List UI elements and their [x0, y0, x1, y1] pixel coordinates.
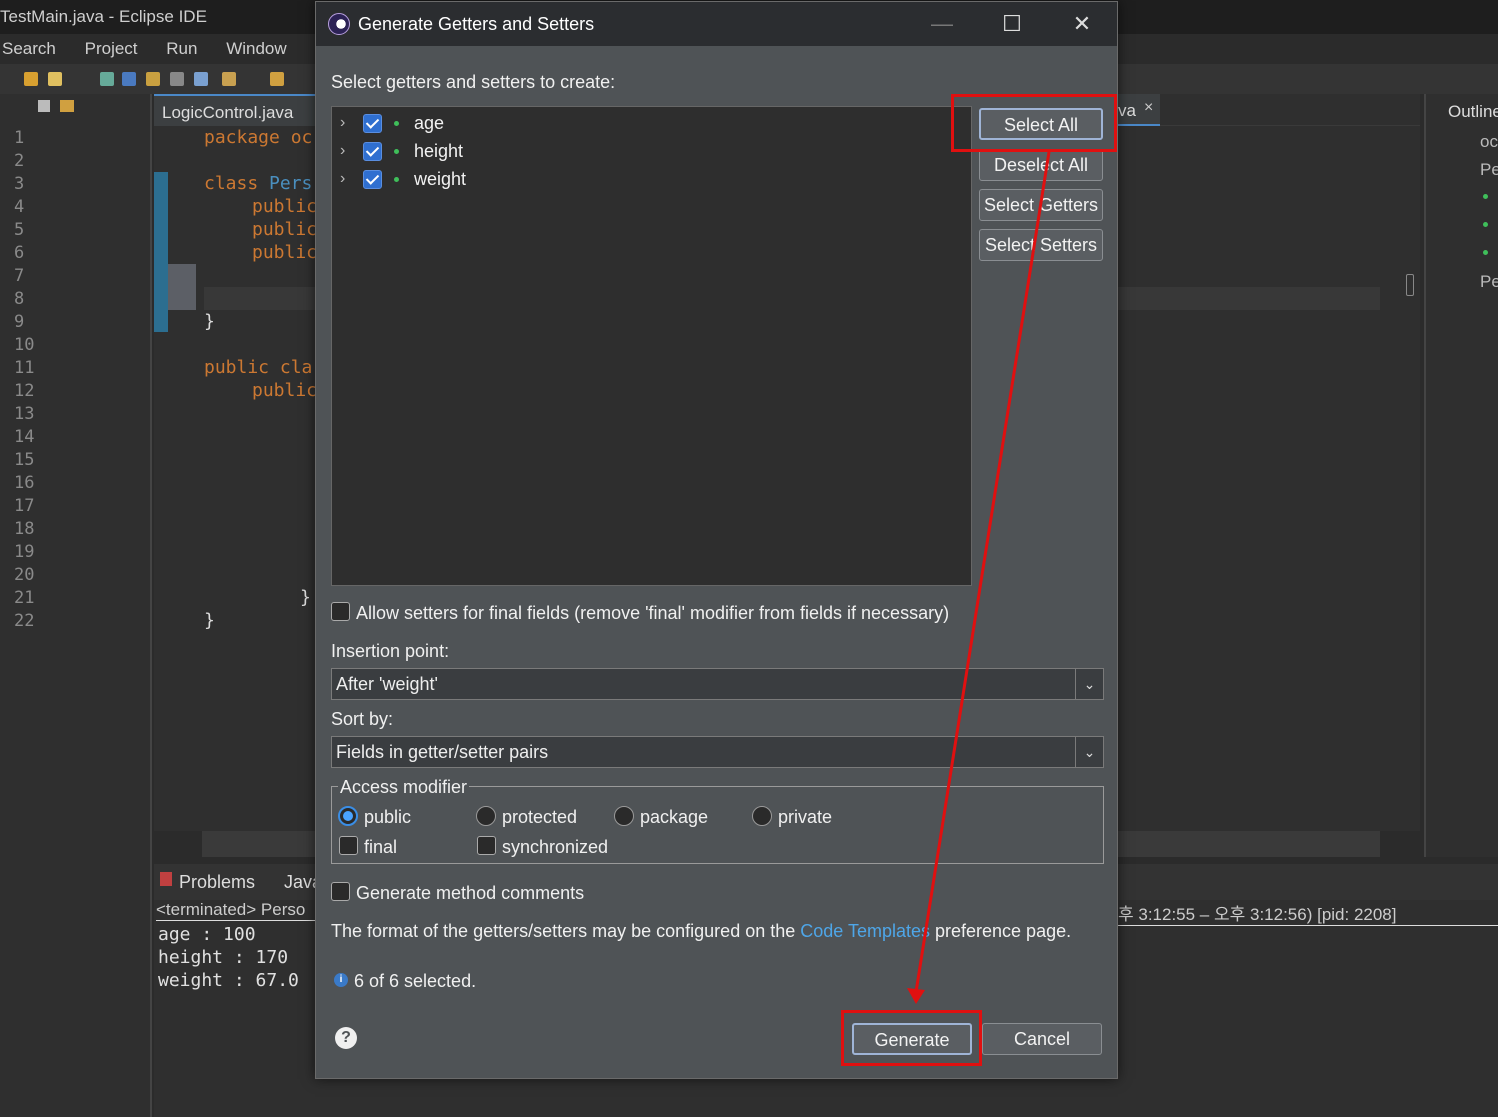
arrow-line [914, 151, 1051, 993]
annotation-arrow [907, 151, 1051, 1004]
arrow-head [907, 988, 925, 1004]
